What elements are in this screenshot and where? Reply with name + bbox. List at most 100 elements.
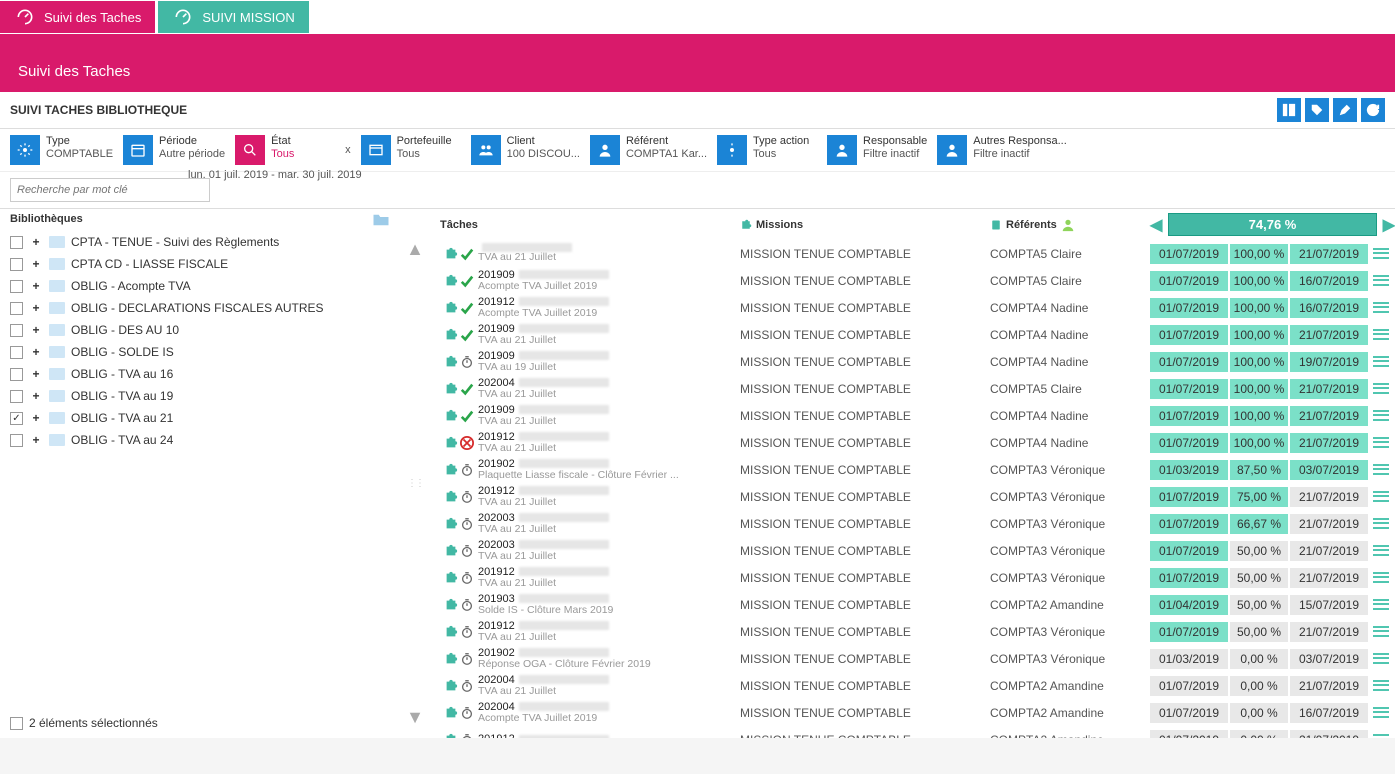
task-row[interactable]: 201912 Acompte TVA Juillet 2019 MISSION … (440, 294, 1395, 321)
expand-icon[interactable]: + (29, 411, 43, 425)
filter-client[interactable]: Client100 DISCOU... (471, 135, 580, 165)
library-row[interactable]: + OBLIG - TVA au 19 (10, 385, 390, 407)
task-code: 201903 (478, 593, 515, 605)
search-input[interactable] (10, 178, 210, 202)
filter-typeaction[interactable]: Type actionTous (717, 135, 817, 165)
refresh-icon[interactable] (1361, 98, 1385, 122)
task-row[interactable]: 201912 MISSION TENUE COMPTABLE COMPTA2 A… (440, 726, 1395, 738)
header-referents: Référents (990, 218, 1150, 232)
library-checkbox[interactable] (10, 368, 23, 381)
filter-responsable[interactable]: ResponsableFiltre inactif (827, 135, 927, 165)
row-menu-button[interactable] (1370, 733, 1392, 739)
arrow-right-icon[interactable]: ▶ (1383, 215, 1395, 235)
library-checkbox[interactable] (10, 346, 23, 359)
task-referent: COMPTA4 Nadine (990, 328, 1150, 342)
row-menu-button[interactable] (1370, 625, 1392, 639)
tab-suivi-mission[interactable]: SUIVI MISSION (158, 1, 308, 33)
row-menu-button[interactable] (1370, 652, 1392, 666)
task-row[interactable]: 201909 TVA au 21 Juillet MISSION TENUE C… (440, 402, 1395, 429)
columns-icon[interactable] (1277, 98, 1301, 122)
task-row[interactable]: 202003 TVA au 21 Juillet MISSION TENUE C… (440, 510, 1395, 537)
edit-icon[interactable] (1333, 98, 1357, 122)
task-row[interactable]: 201903 Solde IS - Clôture Mars 2019 MISS… (440, 591, 1395, 618)
task-row[interactable]: 202003 TVA au 21 Juillet MISSION TENUE C… (440, 537, 1395, 564)
expand-icon[interactable]: + (29, 389, 43, 403)
library-checkbox[interactable] (10, 412, 23, 425)
filter-portefeuille[interactable]: PortefeuilleTous (361, 135, 461, 165)
expand-icon[interactable]: + (29, 367, 43, 381)
library-row[interactable]: + CPTA - TENUE - Suivi des Règlements (10, 231, 390, 253)
row-menu-button[interactable] (1370, 409, 1392, 423)
library-row[interactable]: + CPTA CD - LIASSE FISCALE (10, 253, 390, 275)
grip-icon[interactable]: ⋮⋮ (407, 478, 423, 489)
filter-referent[interactable]: RéférentCOMPTA1 Kar... (590, 135, 707, 165)
library-checkbox[interactable] (10, 390, 23, 403)
filter-periode[interactable]: PériodeAutre période (123, 135, 225, 165)
library-checkbox[interactable] (10, 280, 23, 293)
task-row[interactable]: 201902 Réponse OGA - Clôture Février 201… (440, 645, 1395, 672)
row-menu-button[interactable] (1370, 679, 1392, 693)
task-list[interactable]: TVA au 21 Juillet MISSION TENUE COMPTABL… (440, 240, 1395, 738)
library-checkbox[interactable] (10, 324, 23, 337)
task-row[interactable]: 201909 TVA au 21 Juillet MISSION TENUE C… (440, 321, 1395, 348)
task-subtitle: TVA au 21 Juillet (478, 578, 740, 590)
library-row[interactable]: + OBLIG - SOLDE IS (10, 341, 390, 363)
library-checkbox[interactable] (10, 236, 23, 249)
task-row[interactable]: 202004 TVA au 21 Juillet MISSION TENUE C… (440, 672, 1395, 699)
filter-type[interactable]: TypeCOMPTABLE (10, 135, 113, 165)
library-checkbox[interactable] (10, 434, 23, 447)
expand-icon[interactable]: + (29, 323, 43, 337)
library-checkbox[interactable] (10, 258, 23, 271)
task-row[interactable]: 201909 TVA au 19 Juillet MISSION TENUE C… (440, 348, 1395, 375)
task-row[interactable]: 201909 Acompte TVA Juillet 2019 MISSION … (440, 267, 1395, 294)
clear-filter-button[interactable]: x (345, 144, 351, 156)
library-row[interactable]: + OBLIG - Acompte TVA (10, 275, 390, 297)
task-row[interactable]: 202004 TVA au 21 Juillet MISSION TENUE C… (440, 375, 1395, 402)
row-menu-button[interactable] (1370, 598, 1392, 612)
row-menu-button[interactable] (1370, 706, 1392, 720)
row-menu-button[interactable] (1370, 436, 1392, 450)
library-row[interactable]: + OBLIG - DES AU 10 (10, 319, 390, 341)
expand-icon[interactable]: + (29, 279, 43, 293)
row-menu-button[interactable] (1370, 571, 1392, 585)
library-row[interactable]: + OBLIG - TVA au 21 (10, 407, 390, 429)
row-menu-button[interactable] (1370, 490, 1392, 504)
row-menu-button[interactable] (1370, 274, 1392, 288)
folder-open-icon[interactable] (372, 213, 390, 227)
library-row[interactable]: + OBLIG - TVA au 16 (10, 363, 390, 385)
row-menu-button[interactable] (1370, 328, 1392, 342)
row-menu-button[interactable] (1370, 247, 1392, 261)
library-row[interactable]: + OBLIG - DECLARATIONS FISCALES AUTRES (10, 297, 390, 319)
tab-suivi-taches[interactable]: Suivi des Taches (0, 1, 155, 33)
task-row[interactable]: 202004 Acompte TVA Juillet 2019 MISSION … (440, 699, 1395, 726)
task-row[interactable]: TVA au 21 Juillet MISSION TENUE COMPTABL… (440, 240, 1395, 267)
filter-etat[interactable]: ÉtatTous (235, 135, 335, 165)
row-menu-button[interactable] (1370, 463, 1392, 477)
row-menu-button[interactable] (1370, 544, 1392, 558)
task-row[interactable]: 201912 TVA au 21 Juillet MISSION TENUE C… (440, 483, 1395, 510)
arrow-down-icon[interactable]: ▼ (406, 707, 424, 728)
library-row[interactable]: + OBLIG - TVA au 24 (10, 429, 390, 451)
row-menu-button[interactable] (1370, 382, 1392, 396)
row-menu-button[interactable] (1370, 301, 1392, 315)
tag-icon[interactable] (1305, 98, 1329, 122)
task-row[interactable]: 201912 TVA au 21 Juillet MISSION TENUE C… (440, 429, 1395, 456)
expand-icon[interactable]: + (29, 345, 43, 359)
library-checkbox[interactable] (10, 302, 23, 315)
row-menu-button[interactable] (1370, 517, 1392, 531)
arrow-up-icon[interactable]: ▲ (406, 239, 424, 260)
expand-icon[interactable]: + (29, 257, 43, 271)
row-menu-button[interactable] (1370, 355, 1392, 369)
task-row[interactable]: 201912 TVA au 21 Juillet MISSION TENUE C… (440, 618, 1395, 645)
puzzle-icon (444, 247, 458, 261)
expand-icon[interactable]: + (29, 301, 43, 315)
task-row[interactable]: 201912 TVA au 21 Juillet MISSION TENUE C… (440, 564, 1395, 591)
task-start-date: 01/07/2019 (1150, 541, 1230, 561)
filter-autres-responsables[interactable]: Autres Responsa...Filtre inactif (937, 135, 1067, 165)
expand-icon[interactable]: + (29, 235, 43, 249)
arrow-left-icon[interactable]: ◀ (1150, 215, 1162, 235)
footer-checkbox[interactable] (10, 717, 23, 730)
expand-icon[interactable]: + (29, 433, 43, 447)
task-start-date: 01/07/2019 (1150, 514, 1230, 534)
task-row[interactable]: 201902 Plaquette Liasse fiscale - Clôtur… (440, 456, 1395, 483)
